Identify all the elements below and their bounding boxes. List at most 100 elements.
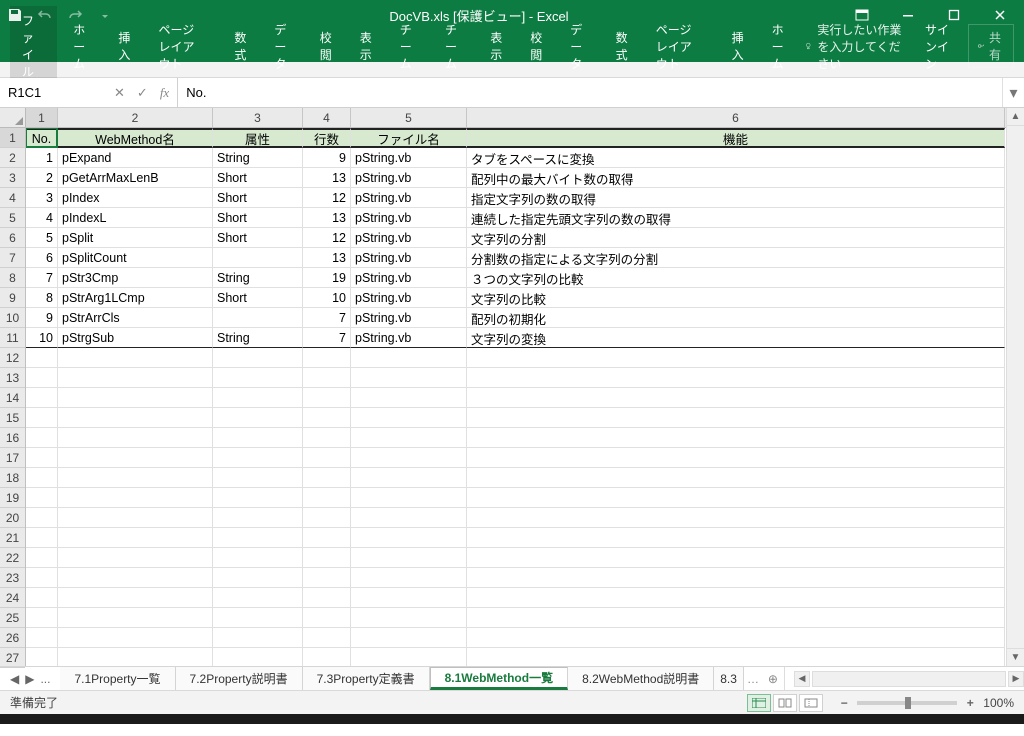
cell[interactable] [58,628,213,648]
tell-me[interactable]: 実行したい作業を入力してください [805,21,907,72]
qat-dropdown-icon[interactable] [96,6,114,24]
ribbon-tab-1[interactable]: 挿入 [106,23,142,69]
cell[interactable]: pExpand [58,148,213,168]
cell[interactable] [467,408,1005,428]
cell[interactable] [303,528,351,548]
tab-5[interactable]: 校閲 [518,23,554,69]
scroll-down-icon[interactable]: ▼ [1007,648,1024,666]
cell[interactable] [26,428,58,448]
row-header-5[interactable]: 5 [0,208,25,228]
cell[interactable] [213,348,303,368]
cell[interactable]: pString.vb [351,148,467,168]
cell[interactable] [303,548,351,568]
view-page-break-icon[interactable] [799,694,823,712]
cell[interactable]: pString.vb [351,308,467,328]
cell[interactable]: pString.vb [351,208,467,228]
tab-4[interactable]: データ [558,15,599,78]
cell[interactable] [26,448,58,468]
cell[interactable] [467,488,1005,508]
cell[interactable] [467,608,1005,628]
cell[interactable]: 配列の初期化 [467,308,1005,328]
cell[interactable] [26,488,58,508]
cancel-formula-icon[interactable]: ✕ [114,85,125,101]
cell[interactable] [26,468,58,488]
cell[interactable]: pString.vb [351,328,467,348]
cell[interactable] [303,608,351,628]
cell[interactable]: 指定文字列の数の取得 [467,188,1005,208]
cell[interactable] [213,488,303,508]
cell[interactable]: 8 [26,288,58,308]
cell[interactable] [303,588,351,608]
row-header-21[interactable]: 21 [0,528,25,548]
redo-icon[interactable] [66,6,84,24]
vertical-scrollbar[interactable]: ▲ ▼ [1006,108,1024,666]
cell[interactable] [213,528,303,548]
cell[interactable] [303,648,351,666]
tab-1[interactable]: 挿入 [720,23,756,69]
cell[interactable] [213,248,303,268]
cell[interactable]: WebMethod名 [58,128,213,148]
row-header-3[interactable]: 3 [0,168,25,188]
cell[interactable]: 配列中の最大バイト数の取得 [467,168,1005,188]
row-header-17[interactable]: 17 [0,448,25,468]
row-header-8[interactable]: 8 [0,268,25,288]
select-all-button[interactable] [0,108,26,128]
ribbon-tab-5[interactable]: 校閲 [308,23,344,69]
cell[interactable] [213,408,303,428]
cell[interactable] [213,568,303,588]
row-header-11[interactable]: 11 [0,328,25,348]
cell[interactable] [467,508,1005,528]
cell[interactable]: pString.vb [351,288,467,308]
cell[interactable] [351,568,467,588]
view-normal-icon[interactable] [747,694,771,712]
row-header-23[interactable]: 23 [0,568,25,588]
cell[interactable] [58,648,213,666]
accept-formula-icon[interactable]: ✓ [137,85,148,101]
cell[interactable] [351,408,467,428]
cell[interactable] [467,448,1005,468]
zoom-in-button[interactable]: + [963,696,977,710]
cell[interactable] [213,628,303,648]
cell[interactable]: 10 [26,328,58,348]
formula-bar[interactable] [177,78,1002,107]
cell[interactable] [303,468,351,488]
cell[interactable] [213,308,303,328]
row-header-14[interactable]: 14 [0,388,25,408]
row-header-12[interactable]: 12 [0,348,25,368]
cell[interactable] [467,648,1005,666]
cell[interactable]: 13 [303,208,351,228]
ribbon-tab-6[interactable]: 表示 [348,23,384,69]
cell[interactable]: pString.vb [351,268,467,288]
cell[interactable]: 19 [303,268,351,288]
col-header-6[interactable]: 6 [467,108,1005,127]
row-header-20[interactable]: 20 [0,508,25,528]
cell[interactable] [213,468,303,488]
cell[interactable] [26,628,58,648]
tab-0[interactable]: ホーム [760,15,801,78]
cell[interactable]: 文字列の変換 [467,328,1005,348]
tab-6[interactable]: 表示 [478,23,514,69]
signin-button[interactable]: サインイン [915,15,964,78]
row-header-25[interactable]: 25 [0,608,25,628]
cell[interactable]: 7 [303,308,351,328]
cell[interactable]: pString.vb [351,248,467,268]
cell[interactable]: 文字列の比較 [467,288,1005,308]
cell[interactable] [26,528,58,548]
cell[interactable]: pString.vb [351,188,467,208]
cell[interactable]: pStrArrCls [58,308,213,328]
cell[interactable] [26,608,58,628]
cell[interactable]: pStrgSub [58,328,213,348]
row-header-16[interactable]: 16 [0,428,25,448]
cell[interactable] [213,448,303,468]
cell[interactable]: 12 [303,188,351,208]
cell[interactable]: 13 [303,168,351,188]
cell[interactable] [26,348,58,368]
cell[interactable] [213,368,303,388]
cell[interactable]: pIndexL [58,208,213,228]
cell[interactable] [351,448,467,468]
cell[interactable]: String [213,148,303,168]
cell[interactable]: 9 [26,308,58,328]
cell[interactable] [213,508,303,528]
cell[interactable] [351,528,467,548]
cell[interactable] [467,468,1005,488]
